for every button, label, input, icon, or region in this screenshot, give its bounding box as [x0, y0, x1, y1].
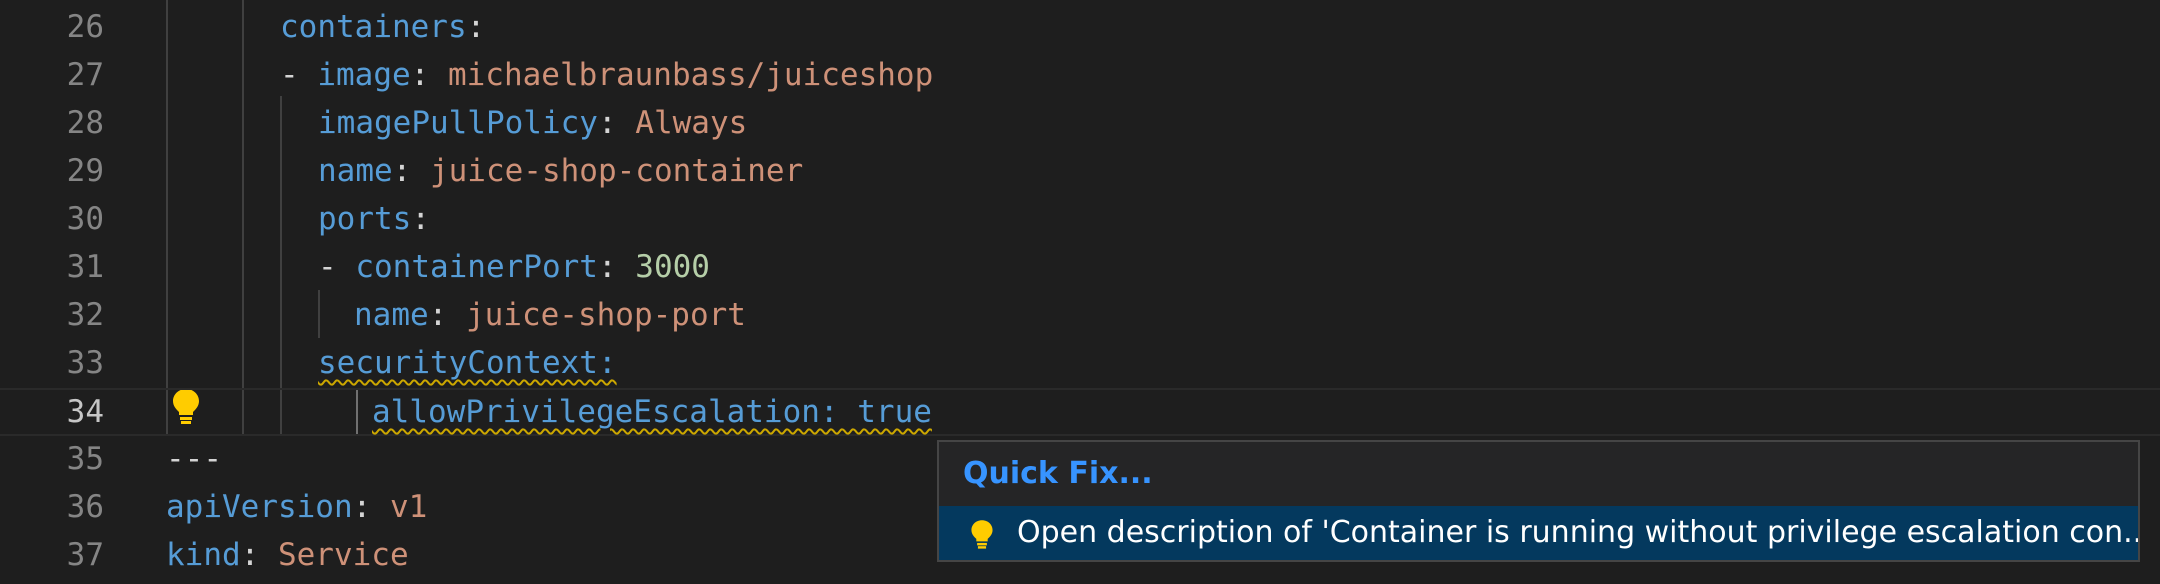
code-line[interactable]: 28 imagePullPolicy: Always	[0, 99, 2160, 147]
code-text: securityContext:	[318, 339, 617, 387]
quick-fix-title: Quick Fix...	[963, 456, 1153, 491]
code-token: 3000	[635, 249, 710, 285]
code-text: ---	[166, 435, 222, 483]
code-text: imagePullPolicy: Always	[318, 99, 747, 147]
quick-fix-item-label: Open description of 'Container is runnin…	[1017, 515, 2138, 550]
code-text: name: juice-shop-port	[354, 291, 746, 339]
code-token: ---	[166, 441, 222, 477]
line-number: 27	[66, 57, 104, 93]
code-text: containers:	[280, 3, 485, 51]
code-token: :	[352, 489, 390, 525]
code-token: :	[597, 249, 636, 285]
line-number: 34	[66, 394, 104, 430]
code-token: :	[597, 105, 636, 141]
code-token: :	[411, 201, 430, 237]
code-token: :	[410, 57, 448, 93]
code-token: -	[280, 57, 318, 93]
lightbulb-icon	[971, 520, 993, 549]
code-token: :	[240, 537, 278, 573]
code-token: :	[466, 9, 486, 45]
code-token: Always	[635, 105, 748, 141]
line-number: 36	[66, 489, 104, 525]
code-token: Service	[277, 537, 409, 573]
line-number: 29	[66, 153, 104, 189]
code-token: name	[354, 297, 429, 333]
code-token: allowPrivilegeEscalation: true	[372, 394, 932, 430]
line-number: 31	[66, 249, 104, 285]
code-text: - containerPort: 3000	[318, 243, 710, 291]
line-number: 32	[66, 297, 104, 333]
code-line[interactable]: 31 - containerPort: 3000	[0, 243, 2160, 291]
code-text: kind: Service	[166, 531, 409, 579]
code-token: michaelbraunbass/juiceshop	[447, 57, 934, 93]
code-line[interactable]: 33 securityContext:	[0, 339, 2160, 387]
code-line[interactable]: 29 name: juice-shop-container	[0, 147, 2160, 195]
line-number: 37	[66, 537, 104, 573]
code-token: image	[317, 57, 411, 93]
code-line[interactable]: 30 ports:	[0, 195, 2160, 243]
code-line[interactable]: 34 allowPrivilegeEscalation: true	[0, 388, 2160, 436]
code-token: containerPort	[355, 249, 598, 285]
code-text: name: juice-shop-container	[318, 147, 803, 195]
code-token: ports	[318, 201, 412, 237]
code-token: :	[392, 153, 430, 189]
code-line[interactable]: 27 - image: michaelbraunbass/juiceshop	[0, 51, 2160, 99]
line-number: 33	[66, 345, 104, 381]
code-token: imagePullPolicy	[318, 105, 598, 141]
code-line[interactable]: 26 containers:	[0, 3, 2160, 51]
line-number: 28	[66, 105, 104, 141]
code-text: apiVersion: v1	[166, 483, 427, 531]
line-number: 26	[66, 9, 104, 45]
line-number: 30	[66, 201, 104, 237]
code-text: ports:	[318, 195, 430, 243]
code-text: allowPrivilegeEscalation: true	[372, 390, 932, 434]
line-number: 35	[66, 441, 104, 477]
code-token: juice-shop-container	[429, 153, 804, 189]
code-token: juice-shop-port	[465, 297, 746, 333]
code-token: containers	[280, 9, 467, 45]
code-token: :	[428, 297, 466, 333]
code-token: apiVersion	[166, 489, 353, 525]
code-token: securityContext:	[318, 345, 617, 381]
code-token: name	[318, 153, 393, 189]
quick-fix-popup: Quick Fix... Open description of 'Contai…	[937, 440, 2140, 562]
code-text: - image: michaelbraunbass/juiceshop	[280, 51, 933, 99]
code-token: kind	[166, 537, 241, 573]
code-token: -	[318, 249, 356, 285]
code-line[interactable]: 32 name: juice-shop-port	[0, 291, 2160, 339]
quick-fix-item[interactable]: Open description of 'Container is runnin…	[939, 506, 2138, 560]
code-token: v1	[389, 489, 428, 525]
